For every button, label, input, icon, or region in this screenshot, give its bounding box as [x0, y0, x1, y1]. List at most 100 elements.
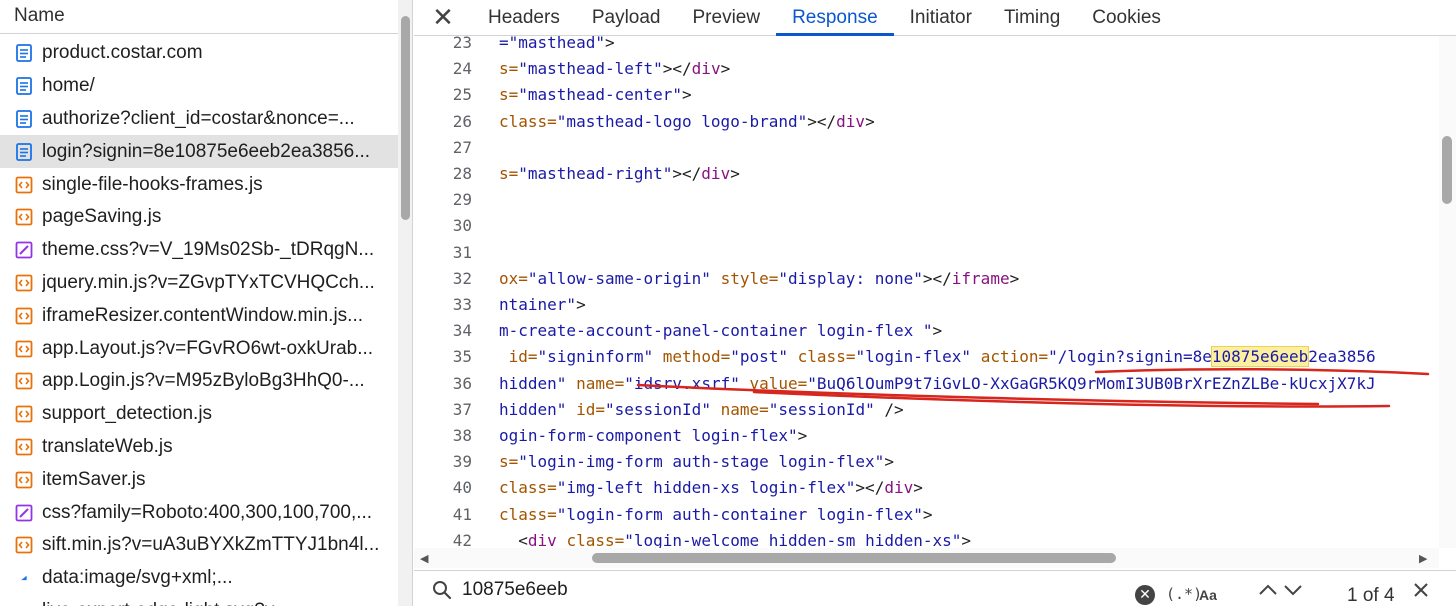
code-token: div	[527, 530, 557, 548]
line-source: s="masthead-center">	[499, 82, 692, 108]
code-token: div	[691, 59, 721, 79]
code-token: />	[874, 399, 904, 419]
chevron-down-icon[interactable]	[1282, 581, 1304, 599]
match-case-button[interactable]: Aa	[1199, 587, 1217, 603]
request-row[interactable]: itemSaver.js	[0, 463, 398, 496]
request-row[interactable]: theme.css?v=V_19Ms02Sb-_tDRqgN...	[0, 234, 398, 267]
image-icon	[14, 601, 34, 606]
code-token: "/login?signin=8e	[1048, 347, 1212, 367]
code-token: "masthead-right"	[518, 164, 673, 183]
code-token: action=	[980, 347, 1049, 367]
script-icon	[14, 404, 34, 424]
script-icon	[14, 306, 34, 326]
request-row[interactable]: home/	[0, 70, 398, 103]
line-source: class="login-form auth-container login-f…	[499, 502, 932, 528]
request-list-scrollbar[interactable]	[398, 0, 412, 606]
code-token: "idsrv.xsrf"	[624, 373, 740, 393]
tab-headers[interactable]: Headers	[472, 0, 576, 35]
tab-timing[interactable]: Timing	[988, 0, 1076, 35]
script-icon	[14, 371, 34, 391]
request-row[interactable]: translateWeb.js	[0, 431, 398, 464]
request-list-panel: Name product.costar.com home/authorize?cl…	[0, 0, 413, 606]
stylesheet-icon	[14, 240, 34, 260]
request-row[interactable]: pageSaving.js	[0, 201, 398, 234]
code-token: ="masthead"	[499, 36, 605, 52]
tab-cookies[interactable]: Cookies	[1076, 0, 1177, 35]
request-row[interactable]: css?family=Roboto:400,300,100,700,...	[0, 496, 398, 529]
code-token: >	[922, 504, 933, 524]
request-row[interactable]: app.Layout.js?v=FGvRO6wt-oxkUrab...	[0, 332, 398, 365]
code-token: >	[932, 321, 943, 341]
document-icon	[14, 76, 34, 96]
script-icon	[14, 535, 34, 555]
tab-response[interactable]: Response	[776, 0, 894, 36]
line-source: id="signinform" method="post" class="log…	[499, 344, 1376, 370]
code-token: >	[865, 111, 875, 131]
request-row[interactable]: live-expert-edge-light.svg?v=...	[0, 595, 398, 606]
request-row[interactable]: login?signin=8e10875e6eeb2ea3856...	[0, 135, 398, 169]
scroll-right-arrow-icon[interactable]: ▶	[1419, 552, 1427, 565]
request-detail-panel: ✕ Headers Payload Preview Response Initiator…	[414, 0, 1456, 606]
request-row[interactable]: iframeResizer.contentWindow.min.js...	[0, 299, 398, 332]
line-number: 37	[452, 399, 472, 419]
code-token: "login-welcome hidden-sm hidden-xs"	[624, 530, 962, 548]
request-row[interactable]: single-file-hooks-frames.js	[0, 168, 398, 201]
line-source: class="img-left hidden-xs login-flex"></…	[499, 475, 923, 501]
code-token: "login-flex"	[855, 347, 972, 367]
code-token: "sessionId"	[604, 399, 711, 419]
request-row[interactable]: support_detection.js	[0, 398, 398, 431]
code-token: class=	[566, 530, 625, 548]
code-token: name=	[720, 399, 769, 419]
code-token: >	[576, 295, 586, 314]
stylesheet-icon	[14, 503, 34, 523]
search-icon	[433, 581, 452, 600]
request-row[interactable]: authorize?client_id=costar&nonce=...	[0, 103, 398, 136]
document-icon	[14, 109, 34, 129]
request-row[interactable]: jquery.min.js?v=ZGvpTYxTCVHQCch...	[0, 267, 398, 300]
request-row[interactable]: sift.min.js?v=uA3uBYXkZmTTYJ1bn4l...	[0, 529, 398, 562]
regex-toggle-button[interactable]: (.*)	[1166, 585, 1202, 603]
name-column-header[interactable]: Name	[0, 0, 398, 34]
request-name: support_detection.js	[42, 403, 213, 425]
close-icon[interactable]: ✕	[414, 0, 472, 35]
line-number: 41	[452, 504, 472, 524]
script-icon	[14, 273, 34, 293]
chevron-up-icon[interactable]	[1257, 581, 1279, 599]
code-token: hidden"	[499, 373, 567, 393]
request-row[interactable]: app.Login.js?v=M95zByloBg3HhQ0-...	[0, 365, 398, 398]
code-token: >	[682, 85, 692, 105]
response-vertical-scrollbar[interactable]	[1439, 36, 1456, 548]
image-icon	[14, 568, 34, 588]
response-vertical-scroll-thumb[interactable]	[1442, 136, 1452, 204]
code-token: "post"	[730, 347, 789, 367]
request-name: app.Layout.js?v=FGvRO6wt-oxkUrab...	[42, 337, 374, 359]
clear-search-icon[interactable]: ✕	[1135, 585, 1155, 605]
scroll-left-arrow-icon[interactable]: ◀	[420, 552, 428, 565]
request-name: single-file-hooks-frames.js	[42, 173, 263, 195]
code-token: ></	[672, 164, 702, 183]
code-token: ></	[922, 268, 952, 288]
search-input[interactable]	[462, 576, 1122, 604]
request-row[interactable]: product.costar.com	[0, 37, 398, 70]
tab-preview[interactable]: Preview	[677, 0, 777, 35]
response-horizontal-scroll-thumb[interactable]	[592, 553, 1116, 563]
line-number: 26	[452, 111, 472, 131]
code-token: "img-left hidden-xs login-flex"	[556, 478, 856, 498]
close-search-icon[interactable]	[1412, 581, 1430, 599]
code-token: >	[961, 530, 972, 548]
line-number: 27	[452, 137, 472, 157]
response-code-view: 23 ="masthead"> 24 s="masthead-left"></div>…	[414, 36, 1456, 548]
tab-initiator[interactable]: Initiator	[894, 0, 988, 35]
line-number: 29	[452, 190, 472, 210]
request-list-scroll-thumb[interactable]	[401, 16, 410, 220]
tab-payload[interactable]: Payload	[576, 0, 677, 35]
response-horizontal-scrollbar[interactable]: ◀ ▶	[414, 548, 1439, 568]
request-name: pageSaving.js	[42, 206, 162, 228]
code-token: "BuQ6lOumP9t7iGvLO-XxGaGR5KQ9rMomI3UB0Br…	[807, 373, 1376, 393]
request-row[interactable]: data:image/svg+xml;...	[0, 562, 398, 595]
request-name: app.Login.js?v=M95zByloBg3HhQ0-...	[42, 370, 365, 392]
line-source: m-create-account-panel-container login-f…	[499, 318, 942, 344]
